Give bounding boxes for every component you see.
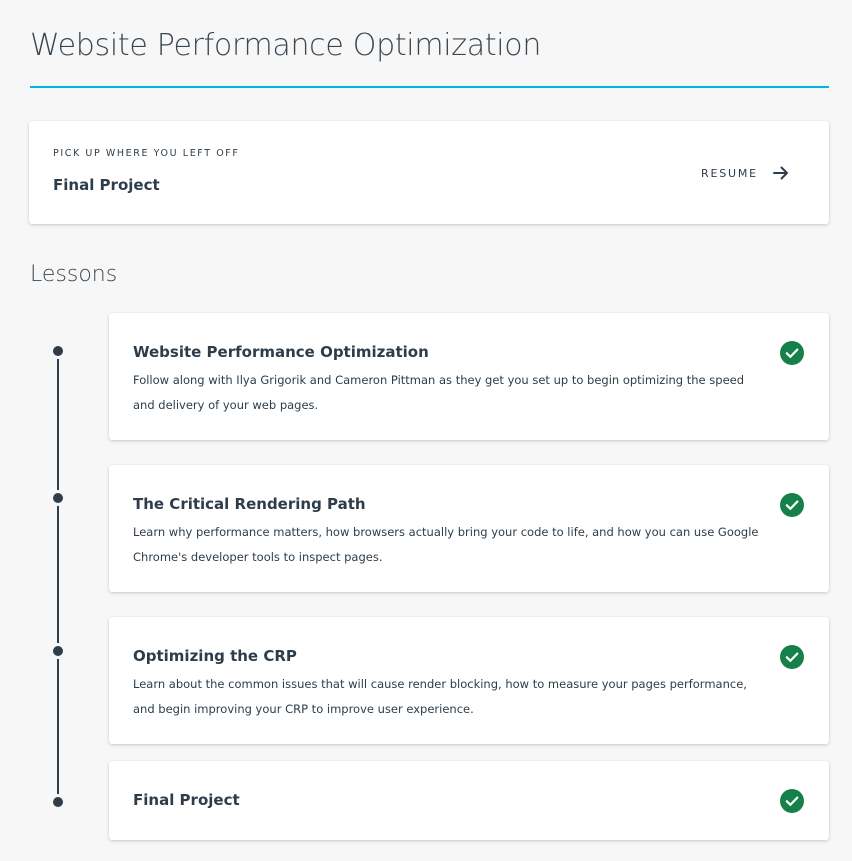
lessons-heading: Lessons [30,262,118,287]
check-circle-icon [780,645,804,669]
lesson-title: Optimizing the CRP [133,647,297,665]
lesson-overview-page: Website Performance Optimization PICK UP… [0,0,852,861]
lesson-card[interactable]: Optimizing the CRP Learn about the commo… [109,617,829,744]
timeline-dot [53,493,63,503]
lesson-title: Website Performance Optimization [133,343,429,361]
lesson-card[interactable]: Website Performance Optimization Follow … [109,313,829,440]
lesson-card[interactable]: Final Project [109,761,829,840]
timeline-dot [53,646,63,656]
lesson-title: The Critical Rendering Path [133,495,366,513]
title-divider [30,86,829,88]
check-circle-icon [780,789,804,813]
lesson-description: Follow along with Ilya Grigorik and Came… [133,373,745,412]
resume-button-label: RESUME [701,166,758,180]
timeline-dot [53,346,63,356]
lesson-description: Learn about the common issues that will … [133,677,747,716]
resume-eyebrow: PICK UP WHERE YOU LEFT OFF [53,148,240,159]
arrow-right-icon [772,166,788,180]
resume-card: PICK UP WHERE YOU LEFT OFF Final Project… [29,121,829,224]
timeline-line [57,351,59,802]
resume-lesson-title: Final Project [53,176,160,194]
resume-button[interactable]: RESUME [701,161,790,185]
lesson-description: Learn why performance matters, how brows… [133,525,759,564]
timeline-dot [53,797,63,807]
check-circle-icon [780,493,804,517]
lesson-card[interactable]: The Critical Rendering Path Learn why pe… [109,465,829,592]
check-circle-icon [780,341,804,365]
page-title: Website Performance Optimization [30,28,542,63]
lesson-title: Final Project [133,791,240,809]
